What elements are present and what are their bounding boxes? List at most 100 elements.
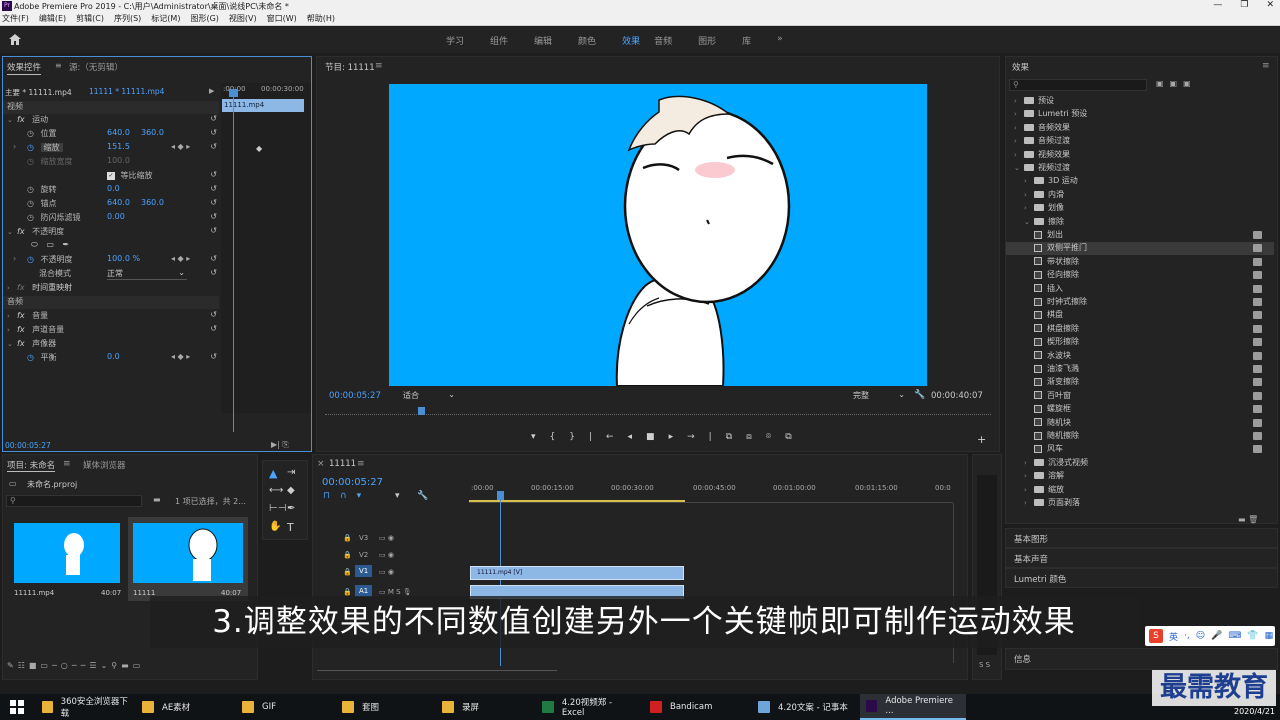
workspace-tab-audio[interactable]: 音频 [654, 34, 672, 47]
ec-footer-icons[interactable]: ▶| ⎘ [271, 440, 289, 450]
razor-tool-icon[interactable]: ◆ [287, 485, 295, 496]
fx-row-channel-volume[interactable]: › fx 声道音量 ↺ [3, 324, 219, 337]
effects-folder[interactable]: ⌄ 擦除 [1006, 216, 1274, 229]
effect-controls-menu-icon[interactable]: ≡ [55, 61, 62, 70]
transport-controls[interactable]: ▾{}|←◂■▸→|⧉⧈⌾⧉ [531, 432, 806, 442]
effects-item[interactable]: 棋盘 [1006, 309, 1274, 322]
video-clip[interactable]: 11111.mp4 [V] [470, 566, 684, 580]
effects-folder[interactable]: › Lumetri 预设 [1006, 108, 1274, 121]
workspace-tab-graphics[interactable]: 图形 [698, 34, 716, 47]
track-header-v1[interactable]: 🔒 V1 ▭ ◉ [313, 565, 469, 581]
menu-markers[interactable]: 标记(M) [151, 13, 180, 24]
effects-item[interactable]: 楔形擦除 [1006, 336, 1274, 349]
effects-item[interactable]: 划出 [1006, 229, 1274, 242]
ripple-edit-tool-icon[interactable]: ⟷ [269, 485, 283, 496]
taskbar-item[interactable]: Bandicam [644, 694, 750, 720]
program-playhead[interactable] [418, 407, 425, 415]
hand-tool-icon[interactable]: ✋ [269, 521, 281, 532]
param-antiflicker[interactable]: ◷ 防闪烁滤镜 0.00 ↺ [3, 212, 219, 225]
effects-item[interactable]: 双侧平推门 [1006, 242, 1274, 256]
effects-folder[interactable]: › 划像 [1006, 202, 1274, 215]
program-video-frame[interactable] [389, 84, 927, 386]
effects-item[interactable]: 油漆飞溅 [1006, 363, 1274, 376]
fx-row-motion[interactable]: ⌄ fx 运动 ↺ [3, 114, 219, 127]
close-icon[interactable]: ✕ [1266, 0, 1274, 10]
effect-controls-tab[interactable]: 效果控件 [7, 61, 42, 75]
selection-tool-icon[interactable]: ▲ [269, 467, 277, 480]
ec-playhead-handle[interactable] [229, 89, 238, 97]
menu-sequence[interactable]: 序列(S) [114, 13, 141, 24]
param-scale[interactable]: › ◷ 缩放 151.5 ◂ ◆ ▸ ↺ [3, 142, 219, 155]
workspace-tab-libraries[interactable]: 库 [742, 34, 751, 47]
effects-tab[interactable]: 效果 [1012, 61, 1029, 73]
fx-row-panner[interactable]: ⌄ fx 声像器 [3, 338, 219, 351]
param-position[interactable]: ◷ 位置 640.0 360.0 ↺ [3, 128, 219, 141]
timeline-playhead-handle[interactable] [497, 491, 504, 500]
effects-item[interactable]: 水波块 [1006, 350, 1274, 363]
menu-view[interactable]: 视图(V) [229, 13, 257, 24]
source-tab[interactable]: 源:（无剪辑） [69, 61, 123, 73]
param-blend-mode[interactable]: 混合模式 正常 ⌄ ↺ [3, 268, 219, 281]
taskbar-item[interactable]: 4.20文案 - 记事本 [752, 694, 858, 720]
effects-folder[interactable]: › 预设 [1006, 95, 1274, 108]
ec-playhead[interactable] [233, 87, 234, 432]
taskbar-item[interactable]: 4.20视频郑 - Excel [536, 694, 642, 720]
type-tool-icon[interactable]: T [287, 521, 294, 534]
fx-row-time-remap[interactable]: › fx 时间重映射 [3, 282, 219, 295]
effects-folder[interactable]: › 视频效果 [1006, 149, 1274, 162]
effects-item[interactable]: 渐变擦除 [1006, 376, 1274, 389]
uniform-scale-checkbox[interactable]: ✓ 等比缩放 ↺ [3, 170, 219, 183]
menu-graphics[interactable]: 图形(G) [190, 13, 218, 24]
effects-item[interactable]: 插入 [1006, 283, 1274, 296]
effects-item[interactable]: 时钟式擦除 [1006, 296, 1274, 309]
program-monitor-tab[interactable]: 节目: 11111 [325, 61, 375, 73]
master-clip-label[interactable]: 主要 * 11111.mp4 [5, 87, 72, 98]
timeline-tool-icons[interactable]: ⊓∩▾ [323, 491, 371, 501]
effects-folder[interactable]: › 页面剥落 [1006, 497, 1274, 510]
menu-help[interactable]: 帮助(H) [307, 13, 335, 24]
sequence-clip-dropdown[interactable]: 11111 * 11111.mp4 [89, 87, 164, 96]
work-area-bar[interactable] [469, 500, 685, 502]
track-header-v3[interactable]: 🔒 V3 ▭ ◉ [313, 531, 469, 547]
new-bin-icon[interactable]: ▬ 🗑 [1238, 515, 1258, 524]
folder-icon[interactable]: ▬ [153, 495, 161, 504]
effects-folder[interactable]: › 音频效果 [1006, 122, 1274, 135]
timeline-settings-icon[interactable]: 🔧 [417, 491, 428, 501]
menu-window[interactable]: 窗口(W) [267, 13, 297, 24]
menu-file[interactable]: 文件(F) [2, 13, 29, 24]
timeline-menu-icon[interactable]: ≡ [357, 459, 365, 469]
media-browser-tab[interactable]: 媒体浏览器 [83, 459, 126, 471]
project-footer-tools[interactable]: ✎☷■▭─○──☰⌄⚲▬▭ [7, 661, 144, 670]
keyframe-icon[interactable]: ◆ [256, 144, 262, 153]
project-search-input[interactable]: ⚲ [6, 495, 142, 507]
workspace-tab-assembly[interactable]: 组件 [490, 34, 508, 47]
taskbar-item[interactable]: Adobe Premiere ... [860, 694, 966, 720]
effects-folder[interactable]: › 音频过渡 [1006, 135, 1274, 148]
ec-current-time[interactable]: 00:00:05:27 [5, 441, 51, 450]
workspace-tab-learn[interactable]: 学习 [446, 34, 464, 47]
effects-search-input[interactable]: ⚲ [1009, 79, 1147, 91]
project-item-thumbnail-clip[interactable] [14, 523, 120, 583]
settings-wrench-icon[interactable]: 🔧 [914, 390, 925, 400]
taskbar-item[interactable]: 录屏 [436, 694, 534, 720]
project-tab[interactable]: 项目: 未命名 [7, 459, 56, 472]
solo-buttons[interactable]: S S [979, 661, 990, 669]
timeline-tab[interactable]: 11111 [329, 459, 356, 469]
taskbar-item[interactable]: GIF [236, 694, 334, 720]
effects-item[interactable]: 带状擦除 [1006, 256, 1274, 269]
ime-toolbar[interactable]: S 英 ·, ☺ 🎤 ⌨ 👕 ▦ [1145, 626, 1275, 646]
effects-folder[interactable]: › 内滑 [1006, 189, 1274, 202]
add-button[interactable]: + [977, 433, 986, 446]
quality-dropdown[interactable]: 完整 ⌄ [853, 390, 905, 401]
keyframe-area[interactable] [221, 83, 311, 413]
effects-item[interactable]: 径向擦除 [1006, 269, 1274, 282]
param-balance[interactable]: ◷ 平衡 0.0 ◂ ◆ ▸ ↺ [3, 352, 219, 365]
effects-folder[interactable]: › 溶解 [1006, 470, 1274, 483]
essential-graphics-section[interactable]: 基本图形 [1005, 528, 1278, 548]
essential-sound-section[interactable]: 基本声音 [1005, 548, 1278, 568]
track-select-tool-icon[interactable]: ⇥ [287, 467, 295, 478]
start-button[interactable] [0, 694, 34, 720]
slip-tool-icon[interactable]: ⊢⊣ [269, 503, 286, 514]
menu-edit[interactable]: 编辑(E) [39, 13, 66, 24]
program-menu-icon[interactable]: ≡ [375, 61, 383, 71]
